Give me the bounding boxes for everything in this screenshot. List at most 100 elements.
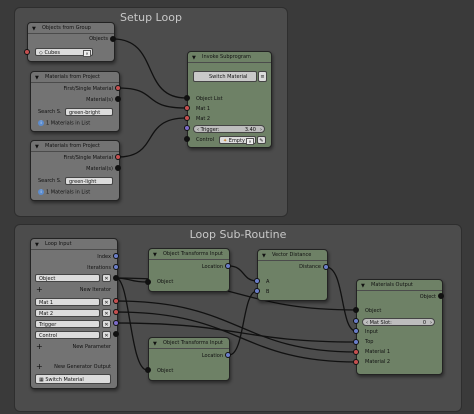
mat-slot-field[interactable]: ‹ Mat Slot: 0 › [362, 318, 435, 326]
mat-slot-input-socket[interactable] [353, 318, 359, 324]
input-object-list-label: Object List [196, 96, 223, 102]
node-header[interactable]: ▼ Loop Input [31, 239, 117, 250]
vector-distance-node[interactable]: ▼ Vector Distance Distance A B [257, 249, 328, 301]
program-name-field[interactable]: ▦ Switch Material [35, 374, 111, 384]
mat1-input-socket[interactable] [184, 105, 190, 111]
control-input-socket[interactable] [184, 136, 190, 142]
collapse-icon[interactable]: ▼ [35, 73, 39, 83]
object-list-input-socket[interactable] [184, 95, 190, 101]
a-input-socket[interactable] [254, 278, 260, 284]
materials-from-project-node-2[interactable]: ▼ Materials from Project First/Single Mat… [30, 140, 120, 201]
remove-object-button[interactable]: ✕ [102, 274, 111, 282]
mat2-input-socket[interactable] [184, 115, 190, 121]
remove-control-button[interactable]: ✕ [102, 331, 111, 339]
param-control-field[interactable]: Control [35, 331, 100, 339]
node-header[interactable]: ▼ Materials from Project [31, 141, 119, 152]
iterations-output-socket[interactable] [113, 264, 119, 270]
remove-mat2-button[interactable]: ✕ [102, 309, 111, 317]
node-header[interactable]: ▼ Objects from Group [28, 23, 114, 34]
eyedropper-button[interactable]: ✎ [257, 136, 266, 144]
node-header[interactable]: ▼ Invoke Subprogram [188, 52, 271, 63]
group-input-socket[interactable] [24, 49, 30, 55]
collapse-icon[interactable]: ▼ [35, 240, 39, 250]
clear-control-button[interactable]: ✕ [246, 138, 254, 145]
invoke-subprogram-node[interactable]: ▼ Invoke Subprogram Switch Material ≡ Obj… [187, 51, 272, 148]
input-mat1-label: Mat 1 [196, 106, 211, 112]
group-value: Cubes [44, 50, 60, 56]
object-input-socket[interactable] [145, 367, 151, 373]
group-selector[interactable]: ◇ Cubes ✕ [35, 48, 93, 57]
first-material-output-socket[interactable] [115, 154, 121, 160]
info-icon: i [38, 120, 44, 126]
increment-arrow-icon[interactable]: › [430, 319, 432, 327]
node-title: Materials from Project [45, 74, 100, 80]
remove-trigger-button[interactable]: ✕ [102, 320, 111, 328]
material1-input-socket[interactable] [353, 349, 359, 355]
top-input-socket[interactable] [353, 339, 359, 345]
node-header[interactable]: ▼ Materials Output [357, 280, 442, 291]
collapse-icon[interactable]: ▼ [192, 53, 196, 63]
object-output-socket[interactable] [113, 275, 119, 281]
collapse-icon[interactable]: ▼ [262, 251, 266, 261]
collapse-icon[interactable]: ▼ [35, 142, 39, 152]
new-generator-output-label[interactable]: New Generator Output [54, 364, 111, 371]
materials-output-socket[interactable] [115, 165, 121, 171]
search-field[interactable]: green-light [65, 177, 113, 185]
materials-from-project-node-1[interactable]: ▼ Materials from Project First/Single Mat… [30, 71, 120, 132]
object-transforms-input-node-2[interactable]: ▼ Object Transforms Input Location Object [148, 337, 230, 381]
remove-mat1-button[interactable]: ✕ [102, 298, 111, 306]
param-mat2-field[interactable]: Mat 2 [35, 309, 100, 317]
increment-arrow-icon[interactable]: › [260, 126, 262, 134]
new-iterator-label[interactable]: New Iterator [80, 287, 111, 294]
control-output-socket[interactable] [113, 331, 119, 337]
node-header[interactable]: ▼ Vector Distance [258, 250, 327, 261]
object-output-socket[interactable] [438, 293, 444, 299]
material2-input-socket[interactable] [353, 359, 359, 365]
param-trigger-field[interactable]: Trigger [35, 320, 100, 328]
materials-output-node[interactable]: ▼ Materials Output Object Object ‹ Mat Sl… [356, 279, 443, 375]
mat2-output-socket[interactable] [113, 309, 119, 315]
search-field[interactable]: green-bright [65, 108, 113, 116]
mat1-output-socket[interactable] [113, 298, 119, 304]
collapse-icon[interactable]: ▼ [153, 339, 157, 349]
subprogram-selector[interactable]: Switch Material [193, 71, 257, 82]
objects-output-socket[interactable] [110, 36, 116, 42]
location-output-socket[interactable] [225, 263, 231, 269]
param-mat1-field[interactable]: Mat 1 [35, 298, 100, 306]
first-material-output-socket[interactable] [115, 85, 121, 91]
trigger-field[interactable]: ‹ Trigger: 3.40 › [193, 125, 265, 133]
object-input-socket[interactable] [353, 307, 359, 313]
new-parameter-label[interactable]: New Parameter [72, 344, 111, 351]
node-header[interactable]: ▼ Object Transforms Input [149, 338, 229, 349]
link-mat1-1 [117, 87, 187, 109]
search-label: Search S. [38, 178, 62, 184]
new-generator-output-icon[interactable]: + [36, 363, 43, 371]
iterator-object-field[interactable]: Object [35, 274, 100, 282]
mat-slot-label: Mat Slot: [369, 320, 392, 326]
collapse-icon[interactable]: ▼ [153, 250, 157, 260]
output-materials-label: Material(s) [86, 97, 113, 103]
trigger-output-socket[interactable] [113, 320, 119, 326]
distance-output-socket[interactable] [323, 264, 329, 270]
objects-from-group-node[interactable]: ▼ Objects from Group Objects ◇ Cubes ✕ [27, 22, 115, 62]
node-header[interactable]: ▼ Materials from Project [31, 72, 119, 83]
collapse-icon[interactable]: ▼ [361, 281, 365, 291]
subprogram-settings-button[interactable]: ≡ [258, 71, 267, 82]
object-transforms-input-node-1[interactable]: ▼ Object Transforms Input Location Object [148, 248, 230, 292]
object-input-socket[interactable] [145, 279, 151, 285]
input-input-socket[interactable] [353, 328, 359, 334]
new-iterator-icon[interactable]: + [36, 286, 43, 294]
new-parameter-icon[interactable]: + [36, 343, 43, 351]
node-header[interactable]: ▼ Object Transforms Input [149, 249, 229, 260]
index-output-socket[interactable] [113, 253, 119, 259]
collapse-icon[interactable]: ▼ [32, 24, 36, 34]
location-output-socket[interactable] [225, 352, 231, 358]
control-selector[interactable]: ✦ Empty ✕ [219, 136, 256, 145]
output-location-label: Location [201, 353, 223, 359]
clear-group-button[interactable]: ✕ [83, 50, 91, 57]
status-text: 1 Materials in List [46, 189, 91, 196]
trigger-input-socket[interactable] [184, 125, 190, 131]
b-input-socket[interactable] [254, 288, 260, 294]
materials-output-socket[interactable] [115, 96, 121, 102]
loop-input-node[interactable]: ▼ Loop Input Index Iterations Object ✕ + … [30, 238, 118, 389]
